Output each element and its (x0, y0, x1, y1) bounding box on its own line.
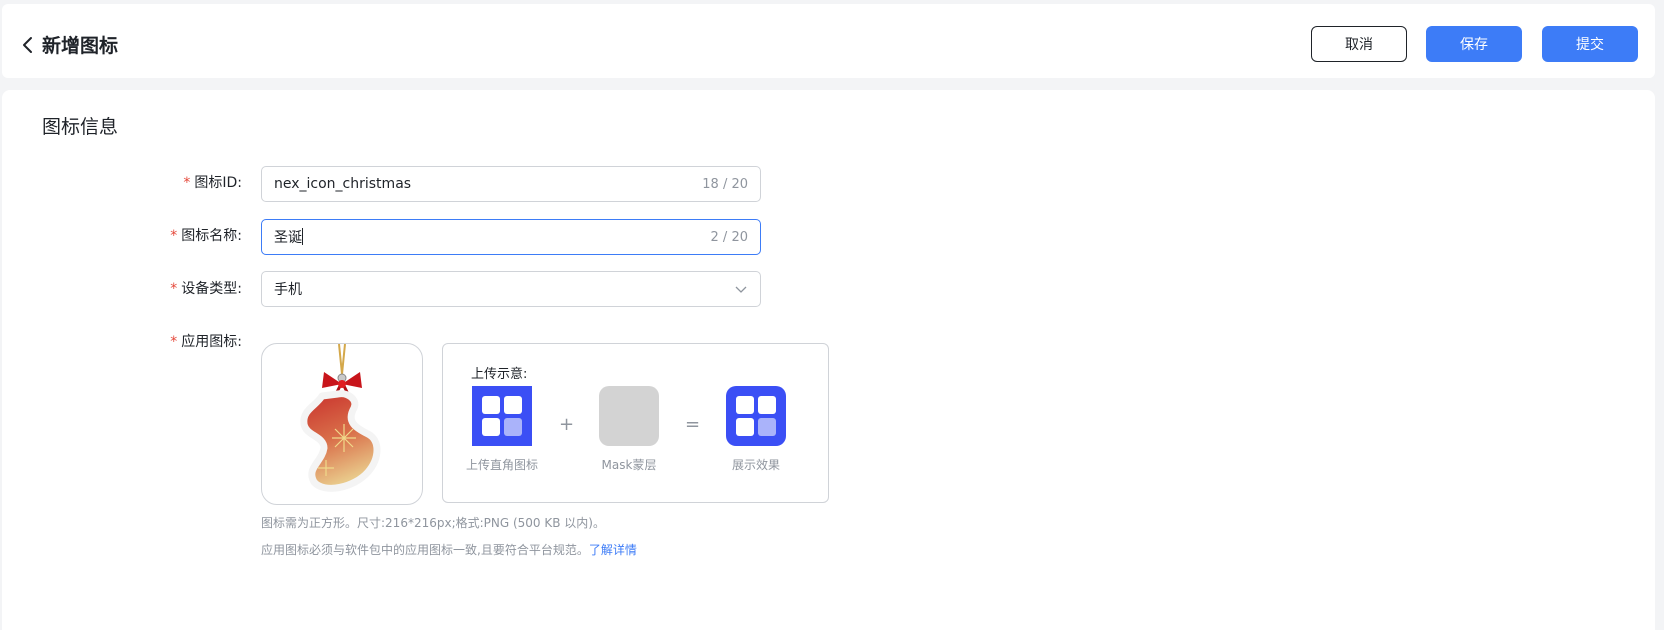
upload-guide-title: 上传示意: (471, 367, 528, 382)
equals-sign: = (685, 414, 701, 435)
icon-consistency-hint: 应用图标必须与软件包中的应用图标一致,且要符合平台规范。了解详情 (261, 543, 637, 557)
submit-button[interactable]: 提交 (1542, 26, 1638, 62)
required-mark: * (170, 334, 178, 350)
required-mark: * (183, 175, 191, 191)
icon-id-char-count: 18 / 20 (702, 176, 748, 192)
mask-shape (599, 386, 659, 446)
demo-mask: Mask蒙层 (584, 386, 674, 473)
section-title: 图标信息 (42, 116, 119, 138)
required-mark: * (170, 281, 178, 297)
required-mark: * (170, 228, 178, 244)
demo-result: 展示效果 (711, 386, 801, 473)
form-card: 图标信息 * 图标ID: nex_icon_christmas 18 / 20 *… (2, 90, 1655, 630)
icon-id-label: * 图标ID: (183, 175, 242, 191)
demo-caption: 上传直角图标 (465, 458, 538, 472)
grid-icon (726, 386, 786, 446)
demo-caption: Mask蒙层 (601, 458, 657, 472)
icon-id-input[interactable]: nex_icon_christmas 18 / 20 (261, 166, 761, 202)
icon-name-char-count: 2 / 20 (710, 229, 748, 245)
plus-sign: + (559, 414, 575, 435)
cancel-button[interactable]: 取消 (1311, 26, 1407, 62)
icon-requirement-hint: 图标需为正方形。尺寸:216*216px;格式:PNG (500 KB 以内)。 (261, 516, 605, 530)
text-caret (302, 228, 303, 245)
demo-caption: 展示效果 (731, 458, 780, 472)
learn-more-link[interactable]: 了解详情 (589, 543, 637, 557)
page-title: 新增图标 (42, 35, 119, 57)
grid-icon (472, 386, 532, 446)
icon-name-value: 圣诞 (274, 230, 302, 246)
app-icon-label: * 应用图标: (170, 334, 242, 350)
page-header: 新增图标 取消 保存 提交 (2, 4, 1655, 78)
chevron-left-icon (23, 36, 32, 53)
icon-id-value: nex_icon_christmas (274, 176, 412, 192)
icon-name-input[interactable]: 圣诞 2 / 20 (261, 219, 761, 255)
icon-name-label: * 图标名称: (170, 228, 242, 244)
upload-guide: 上传示意: 上传直角图标 + Mask蒙层 = 展示效果 (442, 343, 829, 503)
device-type-value: 手机 (274, 282, 302, 298)
app-icon-upload[interactable] (261, 343, 423, 505)
demo-square-icon: 上传直角图标 (457, 386, 547, 473)
device-type-select[interactable]: 手机 (261, 271, 761, 307)
chevron-down-icon (735, 286, 747, 293)
back-button[interactable]: 新增图标 (20, 31, 118, 58)
save-button[interactable]: 保存 (1426, 26, 1522, 62)
christmas-ornament-icon (300, 344, 381, 492)
device-type-label: * 设备类型: (170, 281, 242, 297)
